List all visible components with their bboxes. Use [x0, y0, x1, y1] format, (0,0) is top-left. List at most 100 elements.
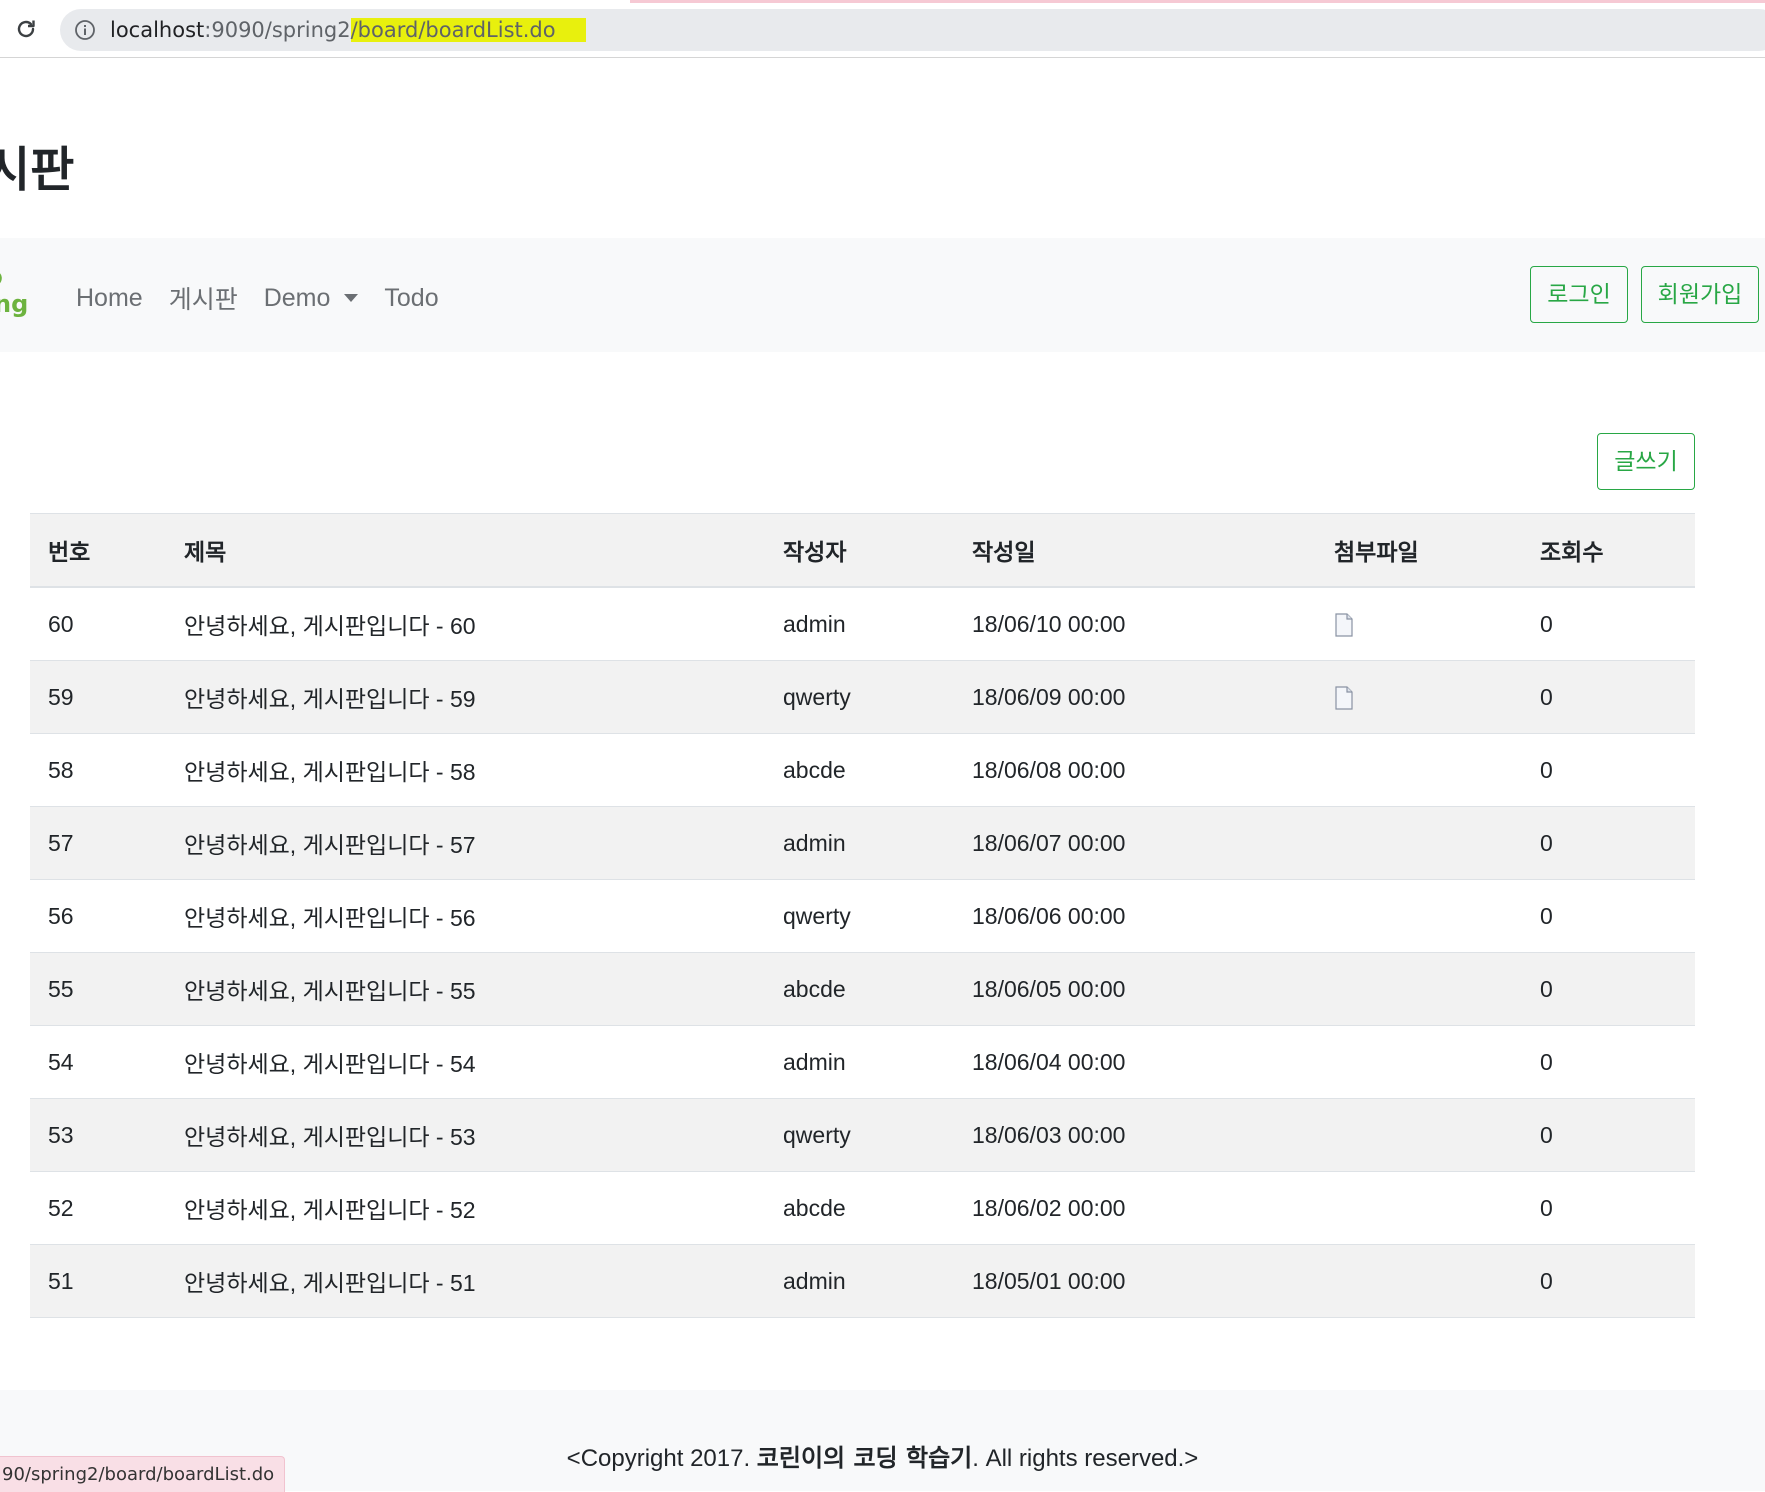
table-body: 60 안녕하세요, 게시판입니다 - 60 admin 18/06/10 00:00 0… [30, 587, 1695, 1318]
copyright-suffix: . All rights reserved.> [972, 1445, 1199, 1472]
cell-date: 18/06/07 00:00 [954, 806, 1316, 880]
cell-no: 53 [30, 1098, 166, 1172]
nav-todo[interactable]: Todo [384, 284, 438, 313]
cell-date: 18/06/09 00:00 [954, 660, 1316, 734]
cell-file [1316, 952, 1522, 1026]
browser-toolbar: localhost:9090/spring2/board/boardList.d… [0, 3, 1765, 58]
copyright-bold: 코린이의 코딩 학습기 [756, 1444, 973, 1472]
header-count: 조회수 [1522, 513, 1695, 588]
cell-title[interactable]: 안녕하세요, 게시판입니다 - 58 [166, 733, 765, 807]
cell-title[interactable]: 안녕하세요, 게시판입니다 - 55 [166, 952, 765, 1026]
cell-no: 51 [30, 1244, 166, 1318]
cell-writer: admin [765, 587, 954, 661]
url-host: localhost [110, 18, 205, 42]
cell-writer: abcde [765, 1171, 954, 1245]
cell-file [1316, 733, 1522, 807]
navbar: ng Home 게시판 Demo Todo 로그인 회원가입 [0, 238, 1765, 352]
cell-file [1316, 1171, 1522, 1245]
nav-demo-dropdown[interactable]: Demo [264, 284, 359, 313]
cell-count: 0 [1522, 1171, 1695, 1245]
cell-count: 0 [1522, 660, 1695, 734]
cell-count: 0 [1522, 879, 1695, 953]
cell-date: 18/06/10 00:00 [954, 587, 1316, 661]
cell-writer: admin [765, 1025, 954, 1099]
header-writer: 작성자 [765, 513, 954, 588]
cell-file [1316, 879, 1522, 953]
cell-no: 59 [30, 660, 166, 734]
header-no: 번호 [30, 513, 166, 588]
cell-file [1316, 587, 1522, 661]
table-row[interactable]: 54 안녕하세요, 게시판입니다 - 54 admin 18/06/04 00:00 0 [30, 1025, 1695, 1099]
caret-down-icon [344, 294, 359, 302]
cell-writer: qwerty [765, 1098, 954, 1172]
table-row[interactable]: 52 안녕하세요, 게시판입니다 - 52 abcde 18/06/02 00:00 0 [30, 1171, 1695, 1245]
copyright-prefix: <Copyright 2017. [566, 1445, 757, 1472]
cell-title[interactable]: 안녕하세요, 게시판입니다 - 57 [166, 806, 765, 880]
table-row[interactable]: 53 안녕하세요, 게시판입니다 - 53 qwerty 18/06/03 00:00… [30, 1098, 1695, 1172]
cell-count: 0 [1522, 1025, 1695, 1099]
cell-file [1316, 806, 1522, 880]
cell-writer: qwerty [765, 660, 954, 734]
cell-writer: abcde [765, 733, 954, 807]
cell-count: 0 [1522, 952, 1695, 1026]
cell-title[interactable]: 안녕하세요, 게시판입니다 - 53 [166, 1098, 765, 1172]
cell-writer: admin [765, 1244, 954, 1318]
cell-count: 0 [1522, 806, 1695, 880]
url-port-path: :9090/spring2 [204, 18, 351, 42]
nav-board[interactable]: 게시판 [169, 280, 238, 316]
table-row[interactable]: 57 안녕하세요, 게시판입니다 - 57 admin 18/06/07 00:00 0 [30, 806, 1695, 880]
signup-button[interactable]: 회원가입 [1641, 266, 1759, 323]
cell-date: 18/06/03 00:00 [954, 1098, 1316, 1172]
spring-leaf-icon[interactable]: ng [0, 268, 34, 318]
cell-no: 52 [30, 1171, 166, 1245]
cell-count: 0 [1522, 1098, 1695, 1172]
cell-writer: admin [765, 806, 954, 880]
table-row[interactable]: 58 안녕하세요, 게시판입니다 - 58 abcde 18/06/08 00:00 0 [30, 733, 1695, 807]
file-icon[interactable] [1334, 613, 1354, 638]
cell-title[interactable]: 안녕하세요, 게시판입니다 - 54 [166, 1025, 765, 1099]
cell-title[interactable]: 안녕하세요, 게시판입니다 - 59 [166, 660, 765, 734]
cell-date: 18/06/05 00:00 [954, 952, 1316, 1026]
cell-no: 57 [30, 806, 166, 880]
cell-file [1316, 1025, 1522, 1099]
table-row[interactable]: 51 안녕하세요, 게시판입니다 - 51 admin 18/05/01 00:00 0 [30, 1244, 1695, 1318]
table-header-row: 번호 제목 작성자 작성일 첨부파일 조회수 [30, 513, 1695, 588]
url-text[interactable]: localhost:9090/spring2/board/boardList.d… [110, 17, 586, 43]
table-row[interactable]: 56 안녕하세요, 게시판입니다 - 56 qwerty 18/06/06 00:00… [30, 879, 1695, 953]
cell-title[interactable]: 안녕하세요, 게시판입니다 - 52 [166, 1171, 765, 1245]
cell-title[interactable]: 안녕하세요, 게시판입니다 - 51 [166, 1244, 765, 1318]
cell-no: 58 [30, 733, 166, 807]
login-button[interactable]: 로그인 [1530, 266, 1628, 323]
header-title: 제목 [166, 513, 765, 588]
cell-no: 56 [30, 879, 166, 953]
file-icon[interactable] [1334, 686, 1354, 711]
page-title: 시판 [0, 142, 75, 198]
cell-title[interactable]: 안녕하세요, 게시판입니다 - 60 [166, 587, 765, 661]
status-url: 90/spring2/board/boardList.do [0, 1456, 286, 1492]
url-highlighted-path: /board/boardList.do [350, 18, 586, 42]
address-bar[interactable]: localhost:9090/spring2/board/boardList.d… [60, 9, 1765, 51]
cell-writer: abcde [765, 952, 954, 1026]
header-date: 작성일 [954, 513, 1316, 588]
cell-count: 0 [1522, 733, 1695, 807]
cell-file [1316, 1098, 1522, 1172]
cell-writer: qwerty [765, 879, 954, 953]
cell-no: 60 [30, 587, 166, 661]
cell-date: 18/06/08 00:00 [954, 733, 1316, 807]
brand-text: ng [0, 290, 28, 318]
cell-title[interactable]: 안녕하세요, 게시판입니다 - 56 [166, 879, 765, 953]
reload-icon[interactable] [14, 17, 38, 41]
nav-home[interactable]: Home [76, 284, 143, 313]
cell-file [1316, 1244, 1522, 1318]
cell-date: 18/06/04 00:00 [954, 1025, 1316, 1099]
info-icon[interactable] [74, 19, 96, 41]
table-row[interactable]: 55 안녕하세요, 게시판입니다 - 55 abcde 18/06/05 00:00 0 [30, 952, 1695, 1026]
cell-date: 18/06/02 00:00 [954, 1171, 1316, 1245]
table-row[interactable]: 59 안녕하세요, 게시판입니다 - 59 qwerty 18/06/09 00:00… [30, 660, 1695, 734]
nav-demo-label: Demo [263, 283, 331, 312]
table-row[interactable]: 60 안녕하세요, 게시판입니다 - 60 admin 18/06/10 00:00 0 [30, 587, 1695, 661]
cell-date: 18/05/01 00:00 [954, 1244, 1316, 1318]
write-button[interactable]: 글쓰기 [1597, 433, 1695, 490]
nav-links: Home 게시판 Demo Todo [76, 280, 465, 316]
header-file: 첨부파일 [1316, 513, 1522, 588]
